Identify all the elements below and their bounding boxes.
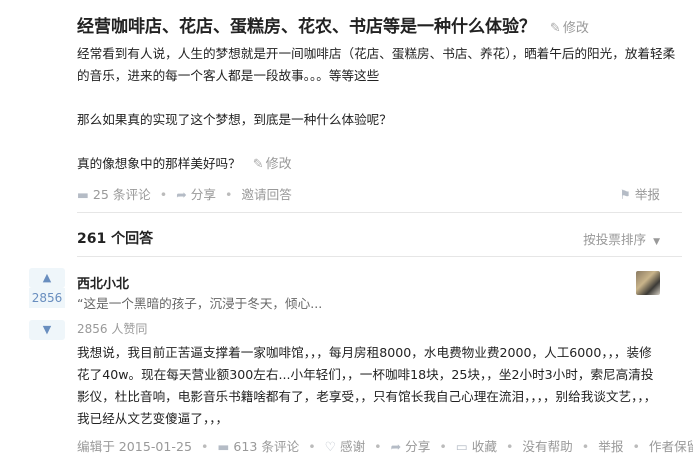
answer-comments-link[interactable]: ▬ 613 条评论 [217, 439, 299, 454]
question-comments-link[interactable]: ▬ 25 条评论 [77, 187, 151, 202]
divider [77, 256, 682, 257]
question-share-label: 分享 [190, 187, 216, 202]
question-title: 经营咖啡店、花店、蛋糕房、花农、书店等是一种什么体验？ ✎ 修改 [77, 12, 589, 37]
collect-icon: ▭ [455, 439, 468, 454]
answer-comments-label: 613 条评论 [233, 439, 300, 454]
collect-link[interactable]: ▭ 收藏 [456, 439, 497, 454]
edited-date[interactable]: 编辑于 2015-01-25 [77, 439, 192, 454]
separator-dot: • [439, 439, 447, 454]
no-help-link[interactable]: 没有帮助 [522, 439, 572, 454]
question-paragraph-3-text: 真的像想象中的那样美好吗？ [77, 156, 241, 171]
question-comments-label: 25 条评论 [92, 187, 151, 202]
invite-answer-link[interactable]: 邀请回答 [241, 187, 291, 202]
separator-dot: • [374, 439, 382, 454]
chevron-down-icon: ▼ [653, 237, 660, 247]
answer-content: 我想说，我目前正苦逼支撑着一家咖啡馆，，，每月房租8000，水电费物业费2000… [77, 345, 657, 426]
question-actions: ▬ 25 条评论 • ➦ 分享 • 邀请回答 [77, 184, 292, 203]
question-title-text: 经营咖啡店、花店、蛋糕房、花农、书店等是一种什么体验？ [77, 17, 536, 37]
separator-dot: • [159, 187, 168, 202]
thanks-label: 感谢 [339, 439, 366, 454]
separator-dot: • [201, 439, 209, 454]
question-report-link[interactable]: ⚑ 举报 [620, 184, 660, 203]
detail-edit-link[interactable]: ✎ 修改 [253, 157, 292, 172]
author-name[interactable]: 西北小北 [77, 273, 129, 292]
title-edit-link[interactable]: ✎ 修改 [550, 21, 589, 36]
pencil-icon: ✎ [549, 21, 561, 36]
question-paragraph-2: 那么如果真的实现了这个梦想，到底是一种什么体验呢？ [77, 112, 392, 127]
thanks-icon: ♡ [324, 439, 336, 454]
comment-icon: ▬ [77, 187, 89, 202]
answer-share-link[interactable]: ➦ 分享 [391, 439, 431, 454]
separator-dot: • [308, 439, 316, 454]
pencil-icon: ✎ [252, 157, 264, 172]
thanks-link[interactable]: ♡ 感谢 [325, 439, 365, 454]
separator-dot: • [632, 439, 640, 454]
answer-share-label: 分享 [405, 439, 431, 454]
question-share-link[interactable]: ➦ 分享 [176, 187, 216, 202]
sort-dropdown[interactable]: 按投票排序 ▼ [583, 229, 660, 248]
share-icon: ➦ [176, 187, 187, 202]
down-arrow-icon: ▼ [42, 323, 52, 336]
separator-dot: • [505, 439, 514, 454]
comment-icon: ▬ [217, 439, 230, 454]
answer-report-link[interactable]: 举报 [598, 439, 623, 454]
collect-label: 收藏 [471, 439, 497, 454]
vote-count: 2856 [29, 288, 65, 308]
copyright-link[interactable]: 作者保留权利 [649, 439, 693, 454]
up-arrow-icon: ▲ [42, 271, 52, 284]
report-icon: ⚑ [619, 187, 631, 202]
author-bio: “这是一个黑暗的孩子，沉浸于冬天，倾心... [77, 296, 323, 311]
upvote-summary[interactable]: 2856 人赞同 [77, 320, 147, 337]
vote-box: ▲ 2856 ▼ [29, 268, 65, 340]
upvote-button[interactable]: ▲ [29, 268, 65, 288]
question-paragraph-3: 真的像想象中的那样美好吗？ ✎ 修改 [77, 153, 682, 176]
question-report-label: 举报 [634, 187, 660, 202]
divider [77, 212, 682, 213]
share-icon: ➦ [390, 439, 402, 454]
question-paragraph-1: 经常看到有人说，人生的梦想就是开一间咖啡店（花店、蛋糕房、书店、养花），晒着午后… [77, 46, 676, 83]
separator-dot: • [224, 187, 233, 202]
answer-footer: 编辑于 2015-01-25 • ▬ 613 条评论 • ♡ 感谢 • ➦ 分享 • … [77, 436, 693, 455]
separator-dot: • [581, 439, 590, 454]
avatar[interactable] [636, 271, 660, 295]
sort-label: 按投票排序 [583, 232, 647, 247]
downvote-button[interactable]: ▼ [29, 320, 65, 340]
title-edit-label: 修改 [562, 21, 589, 36]
answer-count: 261 个回答 [77, 231, 154, 247]
detail-edit-label: 修改 [265, 157, 292, 172]
